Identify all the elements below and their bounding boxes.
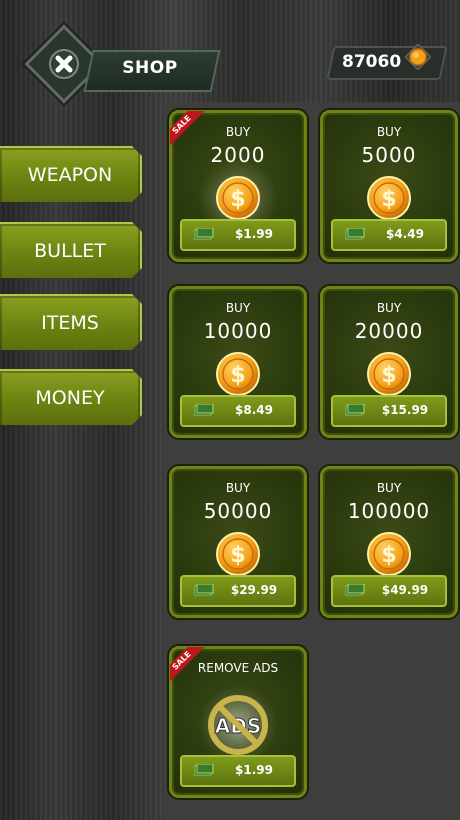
card-title: REMOVE ADS [197,661,279,675]
shop-card-50000[interactable]: BUY 50000 $ $29.99 [169,466,307,618]
price-label: $49.99 [381,583,429,597]
menu-bullet-button[interactable]: BULLET [0,222,142,278]
no-ads-icon: ADS [208,695,268,755]
card-amount: 50000 [203,499,273,523]
buy-button[interactable]: $8.49 [180,395,296,427]
card-title: BUY [225,125,251,139]
cash-icon [194,404,214,416]
menu-bullet-label: BULLET [34,240,106,262]
svg-text:$: $ [381,543,396,568]
card-amount: 100000 [347,499,431,523]
card-amount: 10000 [203,319,273,343]
price-label: $4.49 [386,227,424,241]
card-title: BUY [225,301,251,315]
balance-value: 87060 [342,52,402,72]
menu-money-button[interactable]: MONEY [0,369,142,425]
shop-card-100000[interactable]: BUY 100000 $ $49.99 [320,466,458,618]
shop-card-2000[interactable]: SALE BUY 2000 $ $1.99 [169,110,307,262]
menu-items-label: ITEMS [41,312,99,334]
gold-coin-icon [405,44,431,70]
menu-items-button[interactable]: ITEMS [0,294,142,350]
shop-card-20000[interactable]: BUY 20000 $ $15.99 [320,286,458,438]
cash-icon [194,584,214,596]
buy-button[interactable]: $29.99 [180,575,296,607]
card-amount: 20000 [354,319,424,343]
close-x-icon [49,49,79,79]
shop-title: SHOP [122,58,178,78]
price-label: $8.49 [235,403,273,417]
buy-button[interactable]: $49.99 [331,575,447,607]
dollar-coin-icon: $ [216,532,260,576]
svg-text:$: $ [381,363,396,388]
price-label: $15.99 [381,403,429,417]
card-title: BUY [376,481,402,495]
menu-money-label: MONEY [35,387,105,409]
cash-icon [194,228,214,240]
dollar-coin-icon: $ [367,176,411,220]
price-label: $1.99 [235,227,273,241]
card-amount: 5000 [361,143,417,167]
dollar-coin-icon: $ [367,532,411,576]
card-title: BUY [376,125,402,139]
card-title: BUY [225,481,251,495]
close-button[interactable] [43,43,85,85]
menu-weapon-button[interactable]: WEAPON [0,146,142,202]
menu-weapon-label: WEAPON [27,164,113,186]
svg-text:$: $ [230,363,245,388]
dollar-coin-icon: $ [216,176,260,220]
svg-text:$: $ [381,187,396,212]
shop-card-10000[interactable]: BUY 10000 $ $8.49 [169,286,307,438]
cash-icon [345,584,365,596]
svg-text:$: $ [230,543,245,568]
buy-button[interactable]: $15.99 [331,395,447,427]
cash-icon [345,228,365,240]
dollar-coin-icon: $ [216,352,260,396]
card-title: BUY [376,301,402,315]
shop-card-5000[interactable]: BUY 5000 $ $4.49 [320,110,458,262]
dollar-coin-icon: $ [367,352,411,396]
cash-icon [194,764,214,776]
buy-button[interactable]: $1.99 [180,755,296,787]
svg-text:$: $ [230,187,245,212]
buy-button[interactable]: $1.99 [180,219,296,251]
buy-button[interactable]: $4.49 [331,219,447,251]
shop-card-remove-ads[interactable]: SALE REMOVE ADS ADS $1.99 [169,646,307,798]
price-label: $1.99 [235,763,273,777]
price-label: $29.99 [230,583,278,597]
cash-icon [345,404,365,416]
